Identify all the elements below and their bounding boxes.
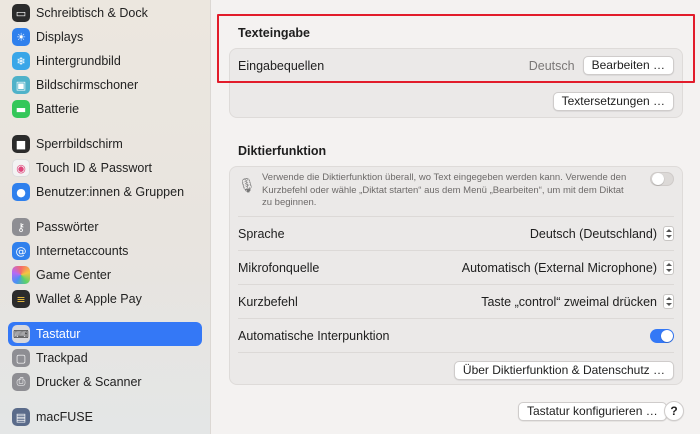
mic-source-value[interactable]: Automatisch (External Microphone) [462,261,657,275]
text-replacements-button[interactable]: Textersetzungen … [552,91,674,111]
section-title-dictation: Diktierfunktion [238,144,327,158]
sidebar-item-displays[interactable]: ☀ Displays [8,25,202,49]
sidebar-item-touch-id[interactable]: ◉ Touch ID & Passwort [8,156,202,180]
toggle-knob [652,173,664,185]
sidebar-item-passwords[interactable]: ⚷ Passwörter [8,215,202,239]
mic-source-label: Mikrofonquelle [238,260,320,275]
wallet-icon: ≡ [12,290,30,308]
fingerprint-icon: ◉ [12,159,30,177]
dictation-privacy-button[interactable]: Über Diktierfunktion & Datenschutz … [453,360,674,380]
sidebar-item-label: Bildschirmschoner [36,78,139,92]
text-input-card: Eingabequellen Deutsch Bearbeiten … Text… [229,48,683,118]
key-icon: ⚷ [12,218,30,236]
sidebar-item-macfuse[interactable]: ▤ macFUSE [8,405,202,429]
battery-icon: ▬ [12,100,30,118]
sidebar-item-printers[interactable]: ⎙ Drucker & Scanner [8,370,202,394]
microphone-icon: 🎙 [238,178,256,194]
sidebar-item-label: Tastatur [36,327,81,341]
edit-input-sources-button[interactable]: Bearbeiten … [582,56,674,75]
sidebar-item-label: Benutzer:innen & Gruppen [36,185,185,199]
language-label: Sprache [238,226,285,241]
snowflake-icon: ❄ [12,52,30,70]
game-center-icon [12,266,30,284]
sidebar-item-label: Drucker & Scanner [36,375,142,389]
sidebar-item-label: Internetaccounts [36,244,129,258]
sidebar-item-label: macFUSE [36,410,93,424]
sidebar-item-users-groups[interactable]: ● Benutzer:innen & Gruppen [8,180,202,204]
macfuse-icon: ▤ [12,408,30,426]
dictation-description: Verwende die Diktierfunktion überall, wo… [262,172,627,208]
sidebar-item-battery[interactable]: ▬ Batterie [8,97,202,121]
at-icon: @ [12,242,30,260]
sidebar-item-label: Game Center [36,268,112,282]
shortcut-value[interactable]: Taste „control“ zweimal drücken [481,295,657,309]
mic-source-row: Mikrofonquelle Automatisch (External Mic… [230,251,682,284]
language-popup-stepper[interactable] [663,226,674,241]
toggle-knob [661,329,673,342]
sidebar-item-label: Touch ID & Passwort [36,161,153,175]
users-icon: ● [12,183,30,201]
sidebar-item-wallet[interactable]: ≡ Wallet & Apple Pay [8,287,202,311]
sidebar-item-label: Wallet & Apple Pay [36,292,142,306]
dock-icon: ▭ [12,4,30,22]
sidebar-item-keyboard[interactable]: ⌨ Tastatur [8,322,202,346]
shortcut-row: Kurzbefehl Taste „control“ zweimal drück… [230,285,682,318]
dictation-toggle[interactable] [650,172,674,186]
section-title-text-input: Texteingabe [238,26,311,40]
main-pane: Texteingabe Eingabequellen Deutsch Bearb… [212,0,700,434]
keyboard-icon: ⌨ [12,325,30,343]
shortcut-label: Kurzbefehl [238,294,298,309]
lock-icon: ■ [12,135,30,153]
sidebar-item-label: Displays [36,30,84,44]
printer-icon: ⎙ [12,373,30,391]
sidebar-item-label: Passwörter [36,220,99,234]
sidebar-item-label: Sperrbildschirm [36,137,123,151]
trackpad-icon: ▢ [12,349,30,367]
configure-keyboard-button[interactable]: Tastatur konfigurieren … [518,402,667,421]
sidebar-item-screensaver[interactable]: ▣ Bildschirmschoner [8,73,202,97]
privacy-row: Über Diktierfunktion & Datenschutz … [230,359,682,381]
divider [238,352,674,353]
input-sources-row: Eingabequellen Deutsch Bearbeiten … [230,49,682,82]
dictation-card: 🎙 Verwende die Diktierfunktion überall, … [229,166,683,385]
sidebar-item-label: Schreibtisch & Dock [36,6,148,20]
screensaver-icon: ▣ [12,76,30,94]
language-value[interactable]: Deutsch (Deutschland) [530,227,657,241]
shortcut-popup-stepper[interactable] [663,294,674,309]
sidebar-item-desktop-dock[interactable]: ▭ Schreibtisch & Dock [8,1,202,25]
sidebar-item-label: Batterie [36,102,80,116]
sidebar: ▭ Schreibtisch & Dock ☀ Displays ❄ Hinte… [0,0,211,434]
help-button[interactable]: ? [664,401,684,421]
sidebar-item-game-center[interactable]: Game Center [8,263,202,287]
sidebar-item-label: Hintergrundbild [36,54,121,68]
input-sources-value: Deutsch [528,58,575,73]
sidebar-item-trackpad[interactable]: ▢ Trackpad [8,346,202,370]
mic-source-popup-stepper[interactable] [663,260,674,275]
divider [238,82,674,83]
text-replacements-row: Textersetzungen … [230,89,682,113]
sun-icon: ☀ [12,28,30,46]
sidebar-item-internet-accounts[interactable]: @ Internetaccounts [8,239,202,263]
sidebar-item-label: Trackpad [36,351,88,365]
dictation-toggle-row: 🎙 Verwende die Diktierfunktion überall, … [230,172,682,212]
sidebar-item-wallpaper[interactable]: ❄ Hintergrundbild [8,49,202,73]
auto-punctuation-label: Automatische Interpunktion [238,328,390,343]
sidebar-item-lock-screen[interactable]: ■ Sperrbildschirm [8,132,202,156]
auto-punctuation-toggle[interactable] [650,328,674,343]
auto-punctuation-row: Automatische Interpunktion [230,319,682,352]
input-sources-label: Eingabequellen [238,58,325,73]
language-row: Sprache Deutsch (Deutschland) [230,217,682,250]
